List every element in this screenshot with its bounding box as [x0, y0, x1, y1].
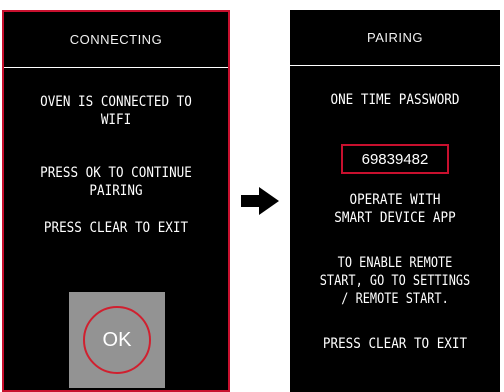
pairing-screen: PAIRING ONE TIME PASSWORD 69839482 OPERA…	[290, 10, 500, 392]
remote-start-line-3: / REMOTE START.	[341, 291, 449, 307]
otp-code-value: 69839482	[361, 150, 429, 168]
title-divider	[4, 67, 228, 68]
connected-status-line-1: OVEN IS CONNECTED TO	[40, 94, 192, 110]
continue-instruction-line-2: PAIRING	[89, 183, 143, 199]
exit-instruction: PRESS CLEAR TO EXIT	[43, 220, 189, 236]
connecting-screen: CONNECTING OVEN IS CONNECTED TO WIFI PRE…	[2, 10, 230, 392]
app-instruction-line-1: OPERATE WITH	[349, 192, 441, 208]
otp-code-field: 69839482	[341, 144, 449, 174]
exit-instruction: PRESS CLEAR TO EXIT	[322, 336, 468, 352]
screen-title: CONNECTING	[69, 32, 163, 47]
continue-instruction-line-1: PRESS OK TO CONTINUE	[40, 165, 192, 181]
app-instruction-line-2: SMART DEVICE APP	[334, 210, 456, 226]
ok-button[interactable]: OK	[83, 306, 151, 374]
title-divider	[290, 65, 500, 66]
oven-wifi-pairing-flow: CONNECTING OVEN IS CONNECTED TO WIFI PRE…	[0, 0, 504, 392]
arrow-right-icon	[241, 187, 279, 215]
screen-title: PAIRING	[367, 30, 423, 45]
otp-heading: ONE TIME PASSWORD	[330, 92, 460, 108]
connected-status-line-2: WIFI	[100, 112, 132, 128]
remote-start-line-2: START, GO TO SETTINGS	[319, 273, 471, 289]
remote-start-line-1: TO ENABLE REMOTE	[337, 255, 453, 271]
ok-key-pad[interactable]: OK	[69, 292, 165, 388]
